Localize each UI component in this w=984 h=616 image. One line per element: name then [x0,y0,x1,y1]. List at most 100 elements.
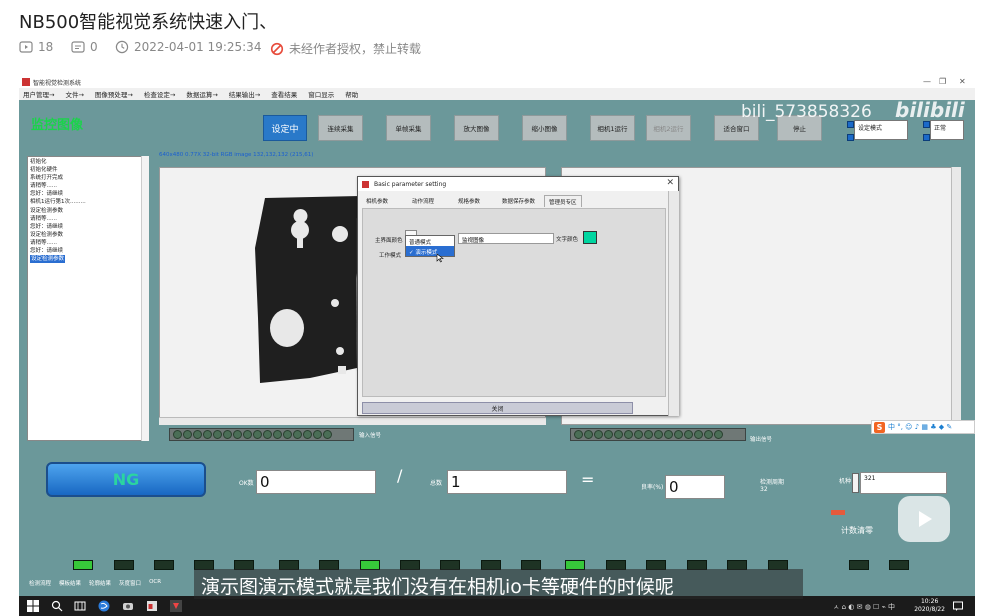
tab-action-flow[interactable]: 动作流程 [408,195,438,207]
log-line: 设定检测参数 [30,231,64,238]
video-subtitle: 演示图演示模式就是我们没有在相机io卡等硬件的时候呢 [201,576,674,598]
input-signal-label: 输入信号 [359,433,382,439]
reset-count-button[interactable]: 计数清零 [841,525,873,536]
zoom-out-button[interactable]: 缩小图像 [522,115,567,141]
dialog-body: 主界面颜色 工作模式 监视图像 文字颜色 普通模式 ✓ 演示模式 [362,208,666,397]
task-view-icon[interactable] [74,600,86,612]
status-led [889,560,909,570]
tab-contour-result[interactable]: 轮廓结果 [89,579,111,587]
camera2-run-button[interactable]: 相机2运行 [646,115,691,141]
window-title: 智能视觉检测系统 [33,80,82,87]
log-line: 系统打开完成 [30,175,64,182]
model-label: 机种 [839,478,852,485]
log-line: 相机1运行第1次......... [30,199,86,206]
tab-admin[interactable]: 管理员专区 [544,195,582,207]
clock-icon [115,40,129,54]
clock[interactable]: 10:26 2020/8/22 [914,598,945,614]
status-led [154,560,174,570]
option-normal-mode[interactable]: 普通模式 [406,236,454,246]
sogou-icon[interactable]: S [874,421,885,433]
vision-app-icon[interactable] [170,600,182,612]
tab-gray-window[interactable]: 灰度窗口 [119,579,141,587]
tab-inspection-flow[interactable]: 检测流程 [29,579,51,587]
equals-symbol: = [581,470,595,489]
menu-item[interactable]: 用户管理→ [23,89,54,99]
display-text-input[interactable]: 监视图像 [458,233,554,244]
tab-template-result[interactable]: 模板结果 [59,579,81,587]
reset-indicator-icon[interactable] [831,510,845,515]
copyright-notice: 未经作者授权，禁止转载 [270,40,421,57]
browser-icon[interactable] [98,600,110,612]
app-icon[interactable] [146,600,158,612]
right-vscrollbar[interactable] [951,167,961,425]
ui-color-label: 主界面颜色 [375,238,403,244]
slash-symbol: / [397,466,403,485]
continuous-capture-button[interactable]: 连续采集 [318,115,363,141]
ime-tools[interactable]: 中 °, ☺ ♪ ▦ ♣ ◆ ✎ [888,422,952,432]
page-title: NB500智能视觉系统快速入门、 [19,12,278,33]
cycle-value: 32 [760,486,768,493]
restore-icon[interactable]: ❐ [939,77,946,86]
system-tray-icons[interactable]: ㅅ ⌂ ◐ ✉ ◍ ☐ ⌁ 中 [833,602,895,612]
tab-spec-params[interactable]: 规格参数 [454,195,484,207]
dialog-scrollbar[interactable] [668,191,679,416]
output-signal-label: 输出信号 [750,437,773,443]
brand-label: 监控图像 [31,118,84,133]
windows-start-icon[interactable] [27,600,39,612]
log-line: 您好：请继续 [30,223,64,230]
menu-item[interactable]: 查看结果 [271,89,297,99]
menu-item[interactable]: 检查设定→ [144,89,175,99]
work-mode-label: 工作模式 [379,253,402,259]
close-icon[interactable]: ✕ [959,77,966,86]
total-count-field: 1 [447,470,567,494]
app-window: 智能视觉检测系统 — ❐ ✕ 用户管理→ 文件→ 图像预处理→ 检查设定→ 数据… [19,76,975,616]
mode-indicator-icon [847,121,854,128]
notification-icon[interactable] [952,600,964,612]
ime-toolbar[interactable]: S 中 °, ☺ ♪ ▦ ♣ ◆ ✎ [871,420,975,434]
menu-item[interactable]: 窗口显示 [308,89,334,99]
model-field[interactable]: 321 [860,472,947,494]
log-line: 请稍等...... [30,215,57,222]
menu-item[interactable]: 帮助 [345,89,358,99]
state-status: 正常 [930,120,964,140]
model-spinner[interactable] [852,473,859,493]
text-color-swatch[interactable] [583,231,597,244]
zoom-in-button[interactable]: 放大图像 [454,115,499,141]
cursor-icon [436,253,444,263]
menu-item[interactable]: 结果输出→ [229,89,260,99]
camera1-run-button[interactable]: 相机1运行 [590,115,635,141]
cycle-label: 检测周期 [760,479,785,486]
setting-button[interactable]: 设定中 [263,115,307,141]
single-capture-button[interactable]: 单帧采集 [386,115,431,141]
dialog-title: Basic parameter setting [358,177,678,191]
tab-camera-params[interactable]: 相机参数 [362,195,392,207]
search-icon[interactable] [51,600,63,612]
video-play-icon[interactable] [898,496,950,542]
forbidden-icon [270,42,284,55]
close-button[interactable]: 关闭 [362,402,633,414]
menu-item[interactable]: 文件→ [65,89,83,99]
minimize-icon[interactable]: — [923,77,931,86]
status-led [849,560,869,570]
menu-item[interactable]: 数据运算→ [186,89,217,99]
ng-result-button[interactable]: NG [46,462,206,497]
windows-taskbar: ㅅ ⌂ ◐ ✉ ◍ ☐ ⌁ 中 10:26 2020/8/22 [19,596,975,616]
app-icon[interactable] [122,600,134,612]
dialog-close-icon[interactable]: ✕ [666,178,674,188]
log-scrollbar[interactable] [141,156,149,441]
log-line: 您好：请继续 [30,248,64,255]
option-demo-mode[interactable]: ✓ 演示模式 [406,246,454,256]
check-icon: ✓ [409,250,414,256]
tab-data-save[interactable]: 数据保存参数 [498,195,539,207]
work-mode-dropdown[interactable]: 普通模式 ✓ 演示模式 [405,235,455,257]
image-hscrollbar[interactable] [159,417,546,425]
bottom-tabs: 检测流程 模板结果 轮廓结果 灰度窗口 OCR [29,579,161,587]
log-list[interactable]: 初始化 初始化硬件 系统打开完成 请稍等...... 您好：请继续 相机1运行第… [27,156,149,441]
log-line-selected[interactable]: 设定检测参数 [30,255,66,264]
menu-item[interactable]: 图像预处理→ [95,89,133,99]
ok-count-field: 0 [256,470,376,494]
state-indicator-icon [923,121,930,128]
status-led [114,560,134,570]
tab-ocr[interactable]: OCR [149,579,161,587]
state-indicator-icon [923,134,930,141]
